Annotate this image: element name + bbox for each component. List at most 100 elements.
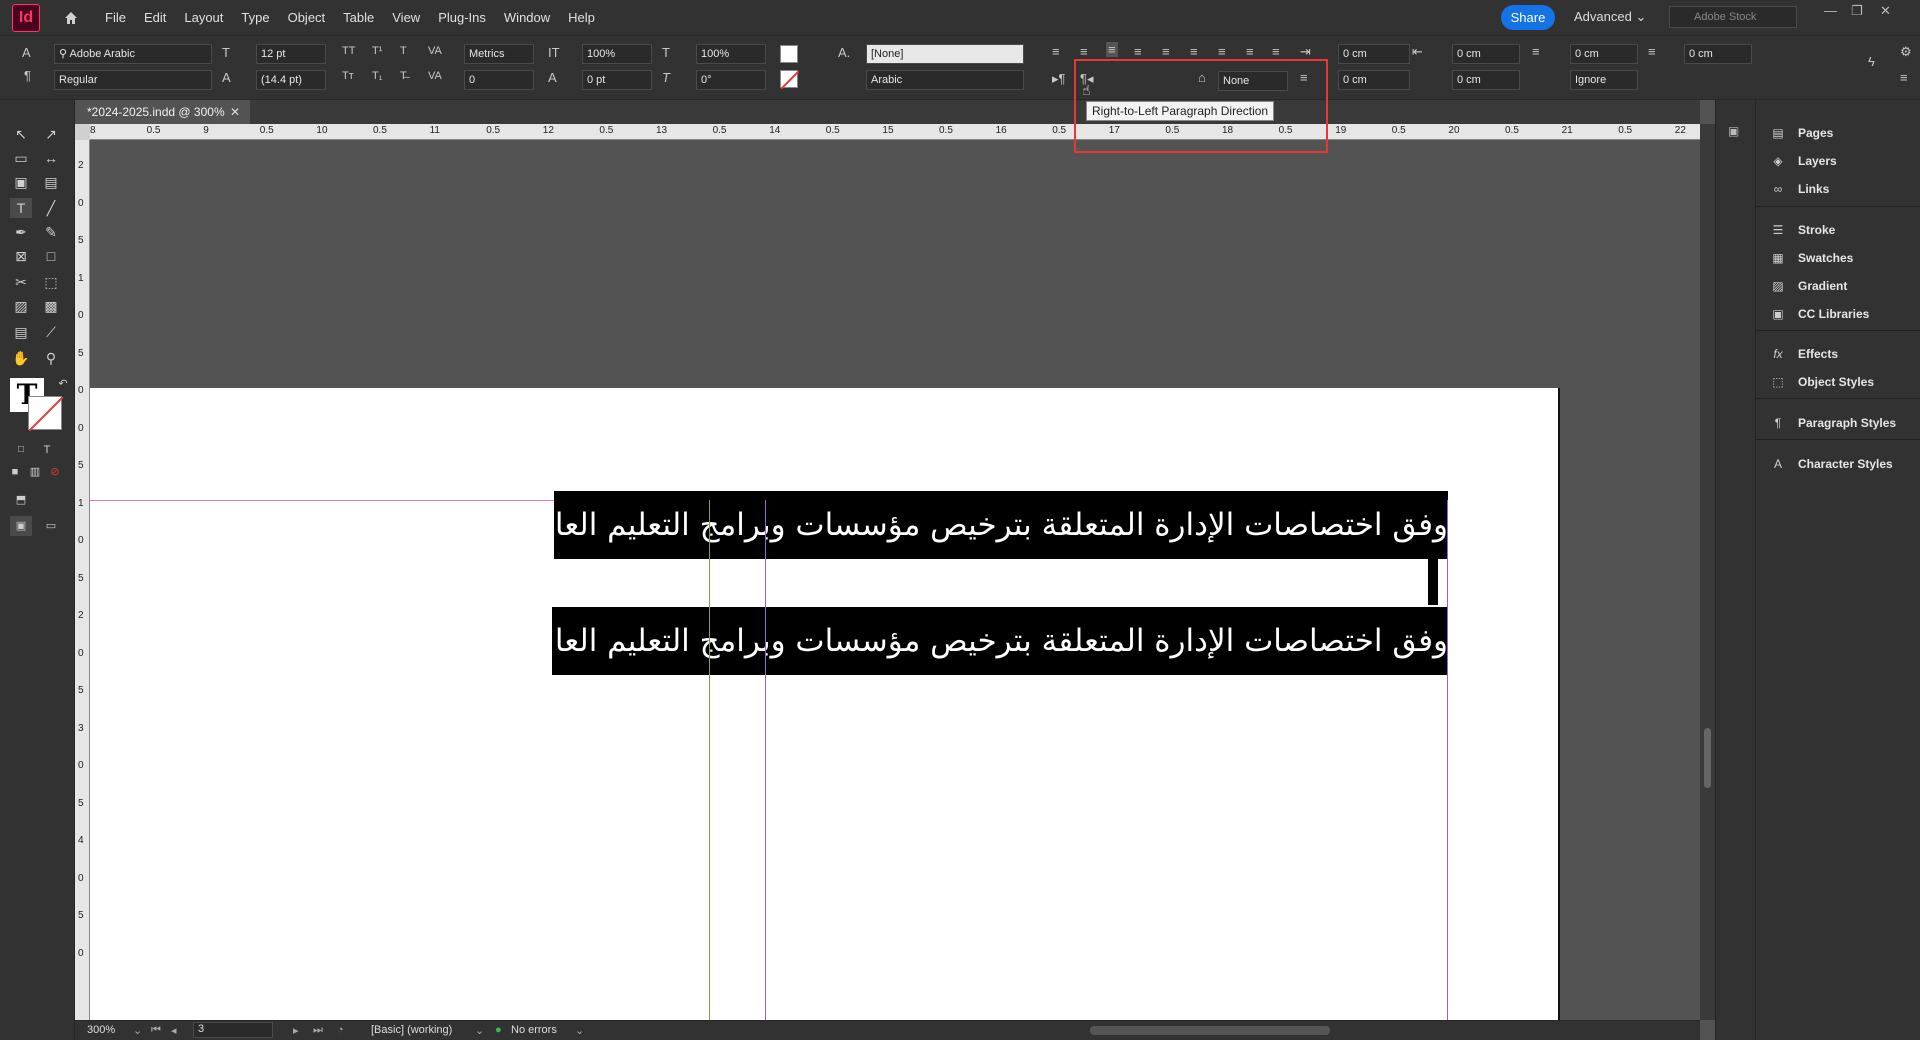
strikethrough-icon[interactable]: T̶ bbox=[400, 70, 407, 82]
page-number-field[interactable]: 3 bbox=[193, 1022, 273, 1038]
align-center-icon[interactable]: ≡ bbox=[1080, 44, 1088, 59]
content-placer-icon[interactable]: ▤ bbox=[40, 172, 62, 192]
workspace-switcher[interactable]: Advanced ⌄ bbox=[1574, 9, 1646, 25]
open-page-icon[interactable]: ◔ bbox=[337, 1024, 344, 1036]
kerning-field[interactable]: Metrics bbox=[464, 44, 534, 64]
restore-icon[interactable]: ❐ bbox=[1851, 3, 1863, 19]
subscript-icon[interactable]: T₁ bbox=[372, 70, 382, 82]
document-canvas[interactable]: وفق اختصاصات الإدارة المتعلقة بترخيص مؤس… bbox=[90, 140, 1700, 1020]
justify-center-icon[interactable]: ≡ bbox=[1162, 44, 1170, 59]
menu-object[interactable]: Object bbox=[279, 10, 335, 25]
justify-all-icon[interactable]: ≡ bbox=[1218, 44, 1226, 59]
space-before-field[interactable]: 0 cm bbox=[1570, 44, 1638, 64]
previous-page-icon[interactable]: ◂ bbox=[171, 1024, 177, 1037]
hand-tool-icon[interactable]: ✋ bbox=[10, 348, 32, 368]
document-tab[interactable]: *2024-2025.indd @ 300% ✕ bbox=[75, 100, 250, 124]
menu-plugins[interactable]: Plug-Ins bbox=[429, 10, 495, 25]
panel-pages[interactable]: ▤ Pages bbox=[1756, 120, 1920, 146]
underline-icon[interactable]: T bbox=[400, 45, 407, 57]
screen-mode-icon[interactable]: ⬒ bbox=[10, 490, 32, 510]
align-right-icon[interactable]: ≡ bbox=[1106, 42, 1118, 57]
vertical-scrollbar[interactable] bbox=[1700, 124, 1715, 1020]
horizontal-ruler[interactable]: 8 0.5 9 0.5 10 0.5 11 0.5 12 0.5 13 0.5 14 0.5 15 0.5 16… bbox=[90, 124, 1700, 140]
preview-mode-icon[interactable]: ▭ bbox=[40, 516, 62, 536]
justify-right-icon[interactable]: ≡ bbox=[1190, 44, 1198, 59]
horizontal-scale-field[interactable]: 100% bbox=[696, 44, 766, 64]
panel-gradient[interactable]: ▨ Gradient bbox=[1756, 273, 1920, 299]
content-collector-icon[interactable]: ▣ bbox=[10, 172, 32, 192]
free-transform-tool-icon[interactable]: ⬚ bbox=[40, 272, 62, 292]
skew-field[interactable]: 0° bbox=[696, 70, 766, 90]
line-tool-icon[interactable]: ╱ bbox=[40, 198, 62, 218]
horizontal-scroll-thumb[interactable] bbox=[1090, 1026, 1330, 1035]
stroke-swatch-icon[interactable] bbox=[28, 396, 64, 432]
panel-stroke[interactable]: ☰ Stroke bbox=[1756, 217, 1920, 243]
menu-window[interactable]: Window bbox=[495, 10, 559, 25]
normal-view-icon[interactable]: ▣ bbox=[10, 516, 32, 536]
formatting-container-icon[interactable]: □ bbox=[10, 440, 32, 460]
apply-none-icon[interactable]: ⊘ bbox=[44, 462, 66, 482]
document-style[interactable]: [Basic] (working) bbox=[371, 1024, 452, 1036]
superscript-icon[interactable]: T¹ bbox=[372, 45, 382, 57]
text-frame-line-2[interactable]: وفق اختصاصات الإدارة المتعلقة بترخيص مؤس… bbox=[552, 607, 1448, 675]
vertical-ruler[interactable]: 2051050051052053054050 bbox=[75, 140, 90, 1020]
gradient-tool-icon[interactable]: ▨ bbox=[10, 296, 32, 316]
font-family-field[interactable]: ⚲ Adobe Arabic bbox=[54, 44, 212, 64]
leading-field[interactable]: (14.4 pt) bbox=[256, 70, 326, 90]
menu-type[interactable]: Type bbox=[232, 10, 278, 25]
font-size-field[interactable]: 12 pt bbox=[256, 44, 326, 64]
panel-paragraph-styles[interactable]: ¶ Paragraph Styles bbox=[1756, 410, 1920, 436]
apply-color-icon[interactable]: ■ bbox=[4, 462, 26, 482]
justify-left-icon[interactable]: ≡ bbox=[1134, 44, 1142, 59]
fill-color-swatch[interactable] bbox=[780, 45, 798, 63]
minimize-icon[interactable]: — bbox=[1824, 3, 1837, 18]
panel-cc-libraries[interactable]: ▣ CC Libraries bbox=[1756, 301, 1920, 327]
panel-menu-icon[interactable]: ≡ bbox=[1900, 70, 1908, 85]
panel-object-styles[interactable]: ⬚ Object Styles bbox=[1756, 369, 1920, 395]
rectangle-frame-tool-icon[interactable]: ⊠ bbox=[10, 246, 32, 266]
menu-help[interactable]: Help bbox=[559, 10, 604, 25]
text-wrap-icon[interactable]: ▣ bbox=[1728, 124, 1739, 138]
paragraph-mode-icon[interactable]: ¶ bbox=[24, 68, 31, 83]
pencil-tool-icon[interactable]: ✎ bbox=[40, 222, 62, 242]
selection-tool-icon[interactable]: ↖ bbox=[10, 124, 32, 144]
text-frame-line-1[interactable]: وفق اختصاصات الإدارة المتعلقة بترخيص مؤس… bbox=[554, 491, 1448, 559]
gradient-feather-tool-icon[interactable]: ▩ bbox=[40, 296, 62, 316]
panel-layers[interactable]: ◈ Layers bbox=[1756, 148, 1920, 174]
last-page-icon[interactable]: ⏭ bbox=[313, 1024, 323, 1037]
share-button[interactable]: Share bbox=[1501, 5, 1555, 30]
tracking-field[interactable]: 0 bbox=[464, 70, 534, 90]
menu-edit[interactable]: Edit bbox=[135, 10, 175, 25]
last-line-indent-field[interactable]: 0 cm bbox=[1452, 70, 1520, 90]
zoom-tool-icon[interactable]: ⚲ bbox=[40, 348, 62, 368]
panel-effects[interactable]: fx Effects bbox=[1756, 341, 1920, 367]
adobe-stock-search[interactable]: Adobe Stock bbox=[1669, 6, 1797, 28]
panel-character-styles[interactable]: A Character Styles bbox=[1756, 451, 1920, 477]
menu-file[interactable]: File bbox=[96, 10, 135, 25]
ignore-field[interactable]: Ignore bbox=[1570, 70, 1638, 90]
formatting-text-icon[interactable]: T bbox=[36, 440, 58, 460]
character-style-field[interactable]: [None] bbox=[866, 44, 1024, 64]
small-caps-icon[interactable]: Tт bbox=[342, 70, 354, 82]
gap-tool-icon[interactable]: ↔ bbox=[40, 148, 62, 168]
left-indent-field[interactable]: 0 cm bbox=[1338, 44, 1410, 64]
preflight-status[interactable]: No errors bbox=[511, 1024, 557, 1036]
gear-icon[interactable]: ⚙ bbox=[1900, 44, 1912, 60]
type-tool-icon[interactable]: T bbox=[10, 198, 32, 218]
right-indent-field[interactable]: 0 cm bbox=[1452, 44, 1520, 64]
rectangle-tool-icon[interactable]: □ bbox=[40, 246, 62, 266]
eyedropper-tool-icon[interactable]: ⟋ bbox=[40, 322, 62, 342]
close-window-icon[interactable]: ✕ bbox=[1880, 3, 1891, 19]
apply-gradient-icon[interactable]: ▥ bbox=[24, 462, 46, 482]
space-after-field[interactable]: 0 cm bbox=[1684, 44, 1752, 64]
language-field[interactable]: Arabic bbox=[866, 70, 1024, 90]
note-tool-icon[interactable]: ▤ bbox=[10, 322, 32, 342]
character-mode-icon[interactable]: A bbox=[22, 45, 31, 60]
panel-swatches[interactable]: ▦ Swatches bbox=[1756, 245, 1920, 271]
home-icon[interactable] bbox=[56, 3, 86, 33]
swap-colors-icon[interactable]: ↶ bbox=[52, 374, 74, 394]
direct-selection-tool-icon[interactable]: ↗ bbox=[40, 124, 62, 144]
first-line-indent-field[interactable]: 0 cm bbox=[1338, 70, 1410, 90]
lightning-icon[interactable]: ϟ bbox=[1868, 54, 1875, 69]
font-style-field[interactable]: Regular bbox=[54, 70, 212, 90]
